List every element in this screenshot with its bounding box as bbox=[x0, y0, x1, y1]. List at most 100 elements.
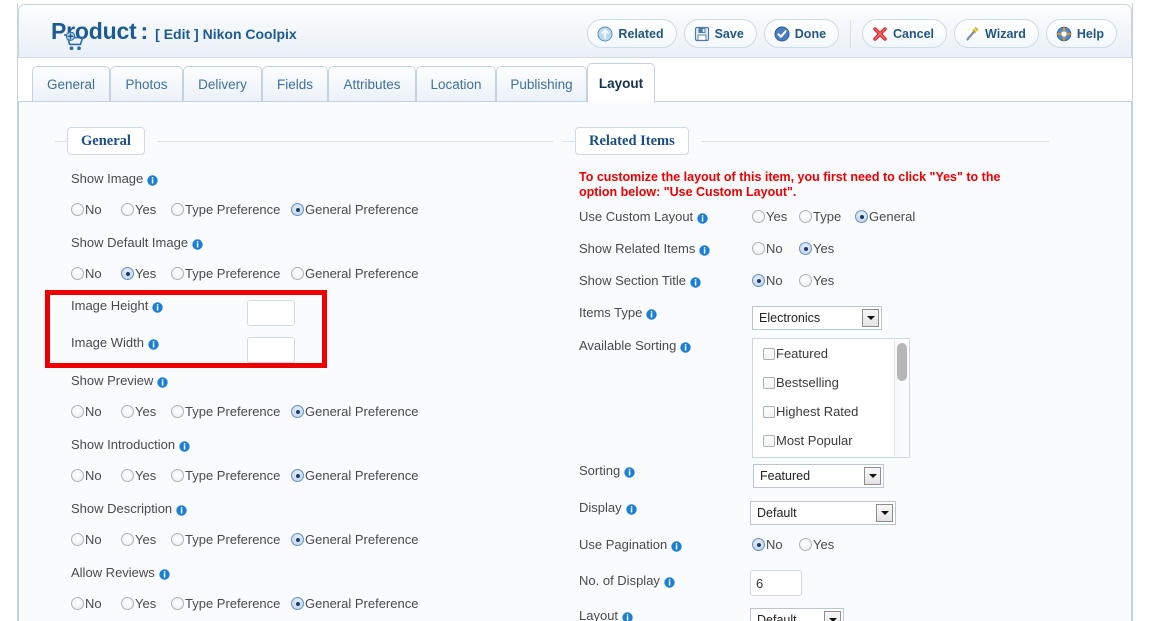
show-preview-option-type-preference[interactable]: Type Preference bbox=[171, 404, 291, 419]
show-image-option-type-preference[interactable]: Type Preference bbox=[171, 202, 291, 217]
radio-indicator[interactable] bbox=[171, 203, 184, 216]
show-description-option-no[interactable]: No bbox=[71, 532, 121, 547]
radio-indicator[interactable] bbox=[799, 210, 812, 223]
available-sorting-listbox[interactable]: Featured Bestselling Highest Rated Most … bbox=[752, 338, 910, 458]
checkbox-indicator[interactable] bbox=[763, 376, 775, 389]
use-custom-layout-option-yes[interactable]: Yes bbox=[752, 209, 799, 224]
radio-indicator[interactable] bbox=[71, 203, 84, 216]
wizard-button[interactable]: Wizard bbox=[954, 19, 1039, 48]
show-image-option-general-preference[interactable]: General Preference bbox=[291, 202, 418, 217]
help-button[interactable]: Help bbox=[1045, 19, 1117, 48]
tab-publishing[interactable]: Publishing bbox=[496, 66, 587, 102]
list-item[interactable]: Highest Rated bbox=[753, 397, 909, 426]
show-default-image-option-yes[interactable]: Yes bbox=[121, 266, 171, 281]
radio-indicator[interactable] bbox=[121, 597, 134, 610]
allow-reviews-option-no[interactable]: No bbox=[71, 596, 121, 611]
info-icon[interactable] bbox=[690, 276, 701, 288]
radio-indicator[interactable] bbox=[799, 242, 812, 255]
checkbox-indicator[interactable] bbox=[763, 347, 775, 360]
no-of-display-input[interactable] bbox=[750, 570, 802, 596]
info-icon[interactable] bbox=[625, 503, 637, 515]
show-image-option-no[interactable]: No bbox=[71, 202, 121, 217]
list-item[interactable]: Featured bbox=[753, 339, 909, 368]
show-description-option-yes[interactable]: Yes bbox=[121, 532, 171, 547]
info-icon[interactable] bbox=[697, 212, 708, 224]
chevron-down-icon[interactable] bbox=[876, 504, 893, 522]
image-width-input[interactable] bbox=[247, 337, 295, 363]
tab-layout[interactable]: Layout bbox=[587, 63, 655, 103]
tab-fields[interactable]: Fields bbox=[262, 66, 328, 102]
tab-attributes[interactable]: Attributes bbox=[328, 66, 416, 102]
radio-indicator[interactable] bbox=[121, 469, 134, 482]
show-section-title-option-yes[interactable]: Yes bbox=[799, 273, 834, 288]
related-button[interactable]: Related bbox=[587, 19, 677, 48]
allow-reviews-option-yes[interactable]: Yes bbox=[121, 596, 171, 611]
show-default-image-option-general-preference[interactable]: General Preference bbox=[291, 266, 418, 281]
radio-indicator[interactable] bbox=[855, 210, 868, 223]
show-preview-option-no[interactable]: No bbox=[71, 404, 121, 419]
chevron-down-icon[interactable] bbox=[862, 309, 879, 327]
listbox-scrollbar[interactable] bbox=[894, 340, 908, 456]
save-button[interactable]: Save bbox=[683, 19, 757, 48]
radio-indicator[interactable] bbox=[291, 469, 304, 482]
info-icon[interactable] bbox=[671, 540, 682, 552]
info-icon[interactable] bbox=[148, 338, 159, 350]
use-pagination-option-no[interactable]: No bbox=[752, 537, 799, 552]
show-related-items-option-yes[interactable]: Yes bbox=[799, 241, 834, 256]
radio-indicator[interactable] bbox=[752, 274, 765, 287]
radio-indicator[interactable] bbox=[71, 533, 84, 546]
info-icon[interactable] bbox=[176, 504, 187, 516]
radio-indicator[interactable] bbox=[71, 469, 84, 482]
use-pagination-option-yes[interactable]: Yes bbox=[799, 537, 834, 552]
radio-indicator[interactable] bbox=[171, 533, 184, 546]
allow-reviews-option-type-preference[interactable]: Type Preference bbox=[171, 596, 291, 611]
radio-indicator[interactable] bbox=[71, 267, 84, 280]
radio-indicator[interactable] bbox=[71, 597, 84, 610]
radio-indicator[interactable] bbox=[71, 405, 84, 418]
use-custom-layout-option-general[interactable]: General bbox=[855, 209, 915, 224]
show-introduction-option-type-preference[interactable]: Type Preference bbox=[171, 468, 291, 483]
chevron-down-icon[interactable] bbox=[824, 611, 841, 621]
radio-indicator[interactable] bbox=[291, 203, 304, 216]
chevron-down-icon[interactable] bbox=[864, 467, 881, 485]
show-introduction-option-no[interactable]: No bbox=[71, 468, 121, 483]
radio-indicator[interactable] bbox=[121, 203, 134, 216]
radio-indicator[interactable] bbox=[291, 267, 304, 280]
allow-reviews-option-general-preference[interactable]: General Preference bbox=[291, 596, 418, 611]
scrollbar-thumb[interactable] bbox=[897, 343, 907, 381]
radio-indicator[interactable] bbox=[799, 274, 812, 287]
image-height-input[interactable] bbox=[247, 300, 295, 326]
list-item[interactable]: Bestselling bbox=[753, 368, 909, 397]
info-icon[interactable] bbox=[152, 301, 164, 313]
radio-indicator[interactable] bbox=[291, 533, 304, 546]
show-introduction-option-general-preference[interactable]: General Preference bbox=[291, 468, 418, 483]
checkbox-indicator[interactable] bbox=[763, 405, 775, 418]
radio-indicator[interactable] bbox=[121, 267, 134, 280]
show-preview-option-yes[interactable]: Yes bbox=[121, 404, 171, 419]
radio-indicator[interactable] bbox=[752, 210, 765, 223]
tab-location[interactable]: Location bbox=[416, 66, 496, 102]
show-related-items-option-no[interactable]: No bbox=[752, 241, 799, 256]
tab-delivery[interactable]: Delivery bbox=[183, 66, 262, 102]
show-preview-option-general-preference[interactable]: General Preference bbox=[291, 404, 418, 419]
radio-indicator[interactable] bbox=[752, 538, 765, 551]
show-image-option-yes[interactable]: Yes bbox=[121, 202, 171, 217]
radio-indicator[interactable] bbox=[171, 267, 184, 280]
items-type-select[interactable]: Electronics bbox=[752, 306, 882, 330]
show-default-image-option-no[interactable]: No bbox=[71, 266, 121, 281]
layout-select[interactable]: Default bbox=[750, 608, 844, 621]
info-icon[interactable] bbox=[179, 440, 190, 452]
radio-indicator[interactable] bbox=[171, 405, 184, 418]
show-default-image-option-type-preference[interactable]: Type Preference bbox=[171, 266, 291, 281]
info-icon[interactable] bbox=[147, 174, 158, 186]
info-icon[interactable] bbox=[646, 308, 658, 320]
radio-indicator[interactable] bbox=[171, 469, 184, 482]
list-item[interactable]: Most Popular bbox=[753, 426, 909, 455]
sorting-select[interactable]: Featured bbox=[753, 464, 884, 488]
done-button[interactable]: Done bbox=[763, 19, 840, 48]
info-icon[interactable] bbox=[624, 466, 635, 478]
tab-photos[interactable]: Photos bbox=[110, 66, 183, 102]
info-icon[interactable] bbox=[157, 376, 169, 388]
info-icon[interactable] bbox=[159, 568, 170, 580]
checkbox-indicator[interactable] bbox=[763, 434, 775, 447]
